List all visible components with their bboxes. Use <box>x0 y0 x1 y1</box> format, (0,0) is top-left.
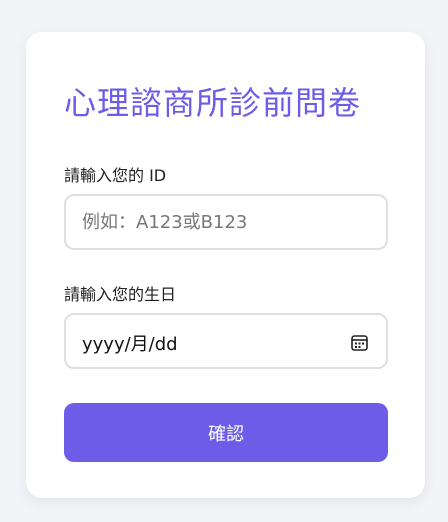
id-label: 請輸入您的 ID <box>64 166 167 185</box>
id-field-container <box>64 194 388 250</box>
birthday-label: 請輸入您的生日 <box>64 285 177 304</box>
calendar-icon[interactable] <box>351 334 368 351</box>
page-title: 心理諮商所診前問卷 <box>64 84 362 122</box>
id-input[interactable] <box>66 196 386 248</box>
form-card: 心理諮商所診前問卷 請輸入您的 ID 請輸入您的生日 yyyy/月/dd 確認 <box>26 32 425 498</box>
confirm-button[interactable]: 確認 <box>64 403 388 462</box>
birthday-field[interactable]: yyyy/月/dd <box>64 313 388 369</box>
birthday-date-text[interactable]: yyyy/月/dd <box>82 330 178 356</box>
